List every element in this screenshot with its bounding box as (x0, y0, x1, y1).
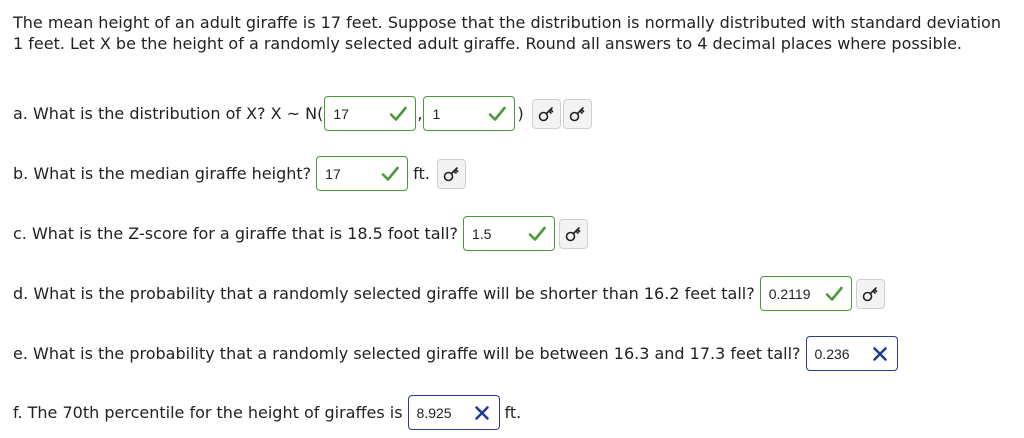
answer-b-field[interactable]: 17 (316, 156, 409, 191)
close-paren: ) (517, 104, 524, 123)
answer-a-sd-field[interactable]: 1 (423, 96, 516, 131)
question-e: e. What is the probability that a random… (13, 336, 898, 371)
x-icon (872, 347, 887, 361)
key-icon (569, 106, 585, 121)
key-icon-button[interactable] (855, 278, 885, 309)
key-icon (566, 226, 581, 241)
check-icon (825, 286, 843, 301)
x-icon (474, 406, 489, 420)
question-f: f. The 70th percentile for the height of… (13, 395, 521, 430)
key-icon (444, 166, 459, 181)
unit-label: ft. (504, 403, 522, 422)
question-f-text: f. The 70th percentile for the height of… (13, 403, 403, 422)
key-icon-button[interactable] (562, 98, 592, 129)
answer-c-field[interactable]: 1.5 (462, 216, 555, 251)
check-icon (489, 106, 507, 121)
answer-a-mean-field[interactable]: 17 (324, 96, 417, 131)
question-d: d. What is the probability that a random… (13, 276, 885, 311)
question-b-text: b. What is the median giraffe height? (13, 164, 312, 183)
answer-e-field[interactable]: 0.236 (805, 336, 898, 371)
key-icon (862, 286, 878, 301)
key-icon (538, 106, 554, 121)
key-icon-button[interactable] (531, 98, 561, 129)
check-icon (528, 226, 546, 241)
key-icon-button[interactable] (436, 158, 466, 189)
question-c: c. What is the Z-score for a giraffe tha… (13, 216, 588, 251)
question-c-text: c. What is the Z-score for a giraffe tha… (13, 224, 458, 243)
check-icon (390, 106, 408, 121)
question-b: b. What is the median giraffe height? 17… (13, 156, 466, 191)
question-d-text: d. What is the probability that a random… (13, 284, 755, 303)
unit-label: ft. (413, 164, 430, 183)
key-icon-button[interactable] (558, 218, 588, 249)
answer-d-field[interactable]: 0.2119 (759, 276, 852, 311)
question-a-text: a. What is the distribution of X? X ~ N( (13, 104, 324, 123)
question-a: a. What is the distribution of X? X ~ N(… (13, 96, 592, 131)
problem-statement: The mean height of an adult giraffe is 1… (13, 13, 1001, 53)
check-icon (381, 166, 399, 181)
answer-f-field[interactable]: 8.925 (407, 395, 500, 430)
question-e-text: e. What is the probability that a random… (13, 344, 801, 363)
comma-separator: , (417, 104, 423, 123)
